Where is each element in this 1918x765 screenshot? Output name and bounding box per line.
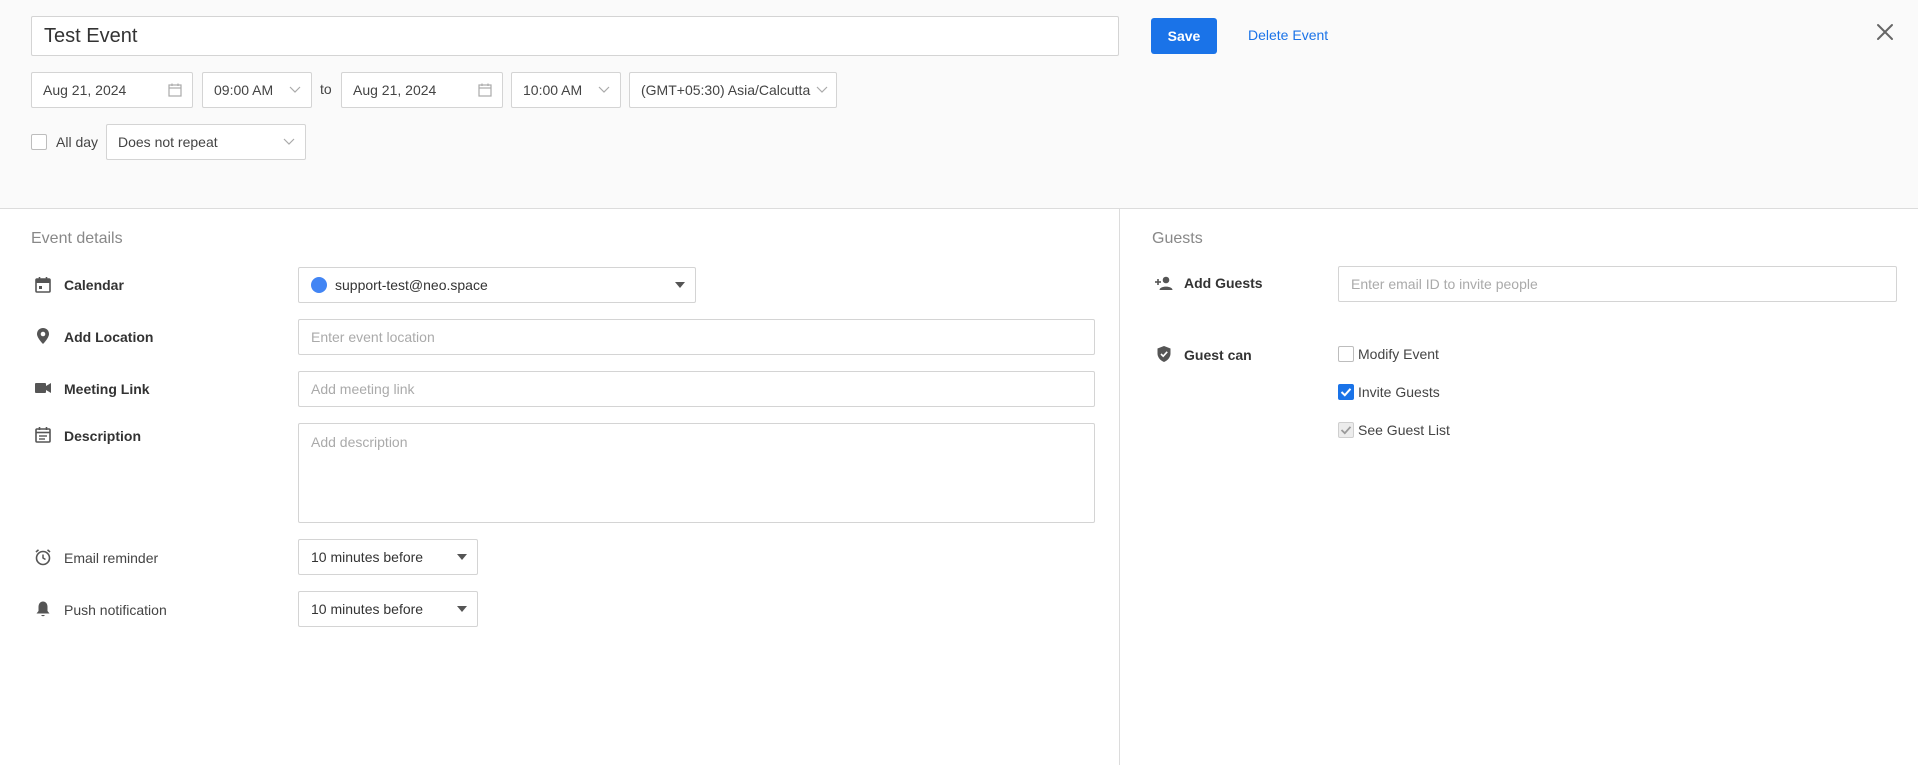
calendar-value: support-test@neo.space (335, 277, 488, 293)
location-label: Add Location (64, 329, 154, 345)
location-input[interactable]: Enter event location (298, 319, 1095, 355)
email-reminder-label: Email reminder (64, 550, 159, 566)
calendar-icon (478, 83, 492, 97)
email-reminder-select[interactable]: 10 minutes before (298, 539, 478, 575)
all-day-label: All day (56, 134, 99, 150)
alarm-clock-icon (33, 547, 53, 567)
calendar-label: Calendar (64, 277, 124, 293)
checkmark-icon (1340, 426, 1352, 435)
invite-guests-label: Invite Guests (1358, 384, 1440, 400)
chevron-down-icon (283, 138, 295, 146)
calendar-color-dot (311, 277, 327, 293)
see-guest-list-checkbox[interactable] (1338, 422, 1354, 438)
video-camera-icon (33, 378, 53, 398)
caret-down-icon (675, 282, 685, 288)
timezone-select[interactable]: (GMT+05:30) Asia/Calcutta (629, 72, 837, 108)
description-icon (33, 425, 53, 445)
timezone-value: (GMT+05:30) Asia/Calcutta (641, 82, 811, 98)
location-placeholder: Enter event location (311, 329, 435, 345)
meeting-link-placeholder: Add meeting link (311, 381, 415, 397)
add-guests-input[interactable]: Enter email ID to invite people (1338, 266, 1897, 302)
email-reminder-value: 10 minutes before (311, 549, 424, 565)
push-notification-label: Push notification (64, 602, 167, 618)
start-time-value: 09:00 AM (214, 82, 274, 98)
caret-down-icon (457, 606, 467, 612)
description-placeholder: Add description (311, 434, 408, 450)
modify-event-checkbox[interactable] (1338, 346, 1354, 362)
close-icon[interactable] (1873, 20, 1897, 44)
see-guest-list-label: See Guest List (1358, 422, 1450, 438)
event-title-input[interactable]: Test Event (31, 16, 1119, 56)
modify-event-label: Modify Event (1358, 346, 1439, 362)
add-guests-label: Add Guests (1184, 275, 1263, 291)
checkmark-icon (1340, 388, 1352, 397)
invite-guests-checkbox[interactable] (1338, 384, 1354, 400)
repeat-value: Does not repeat (118, 134, 218, 150)
meeting-link-label: Meeting Link (64, 381, 150, 397)
add-person-icon (1154, 273, 1174, 293)
shield-check-icon (1154, 344, 1174, 364)
chevron-down-icon (598, 86, 610, 94)
start-time-select[interactable]: 09:00 AM (202, 72, 312, 108)
event-title-text: Test Event (44, 24, 138, 47)
description-label: Description (64, 428, 142, 444)
guests-heading: Guests (1152, 230, 1203, 247)
guest-can-label: Guest can (1184, 347, 1252, 363)
bell-icon (33, 599, 53, 619)
location-pin-icon (33, 326, 53, 346)
push-notification-value: 10 minutes before (311, 601, 424, 617)
description-textarea[interactable]: Add description (298, 423, 1095, 523)
chevron-down-icon (816, 86, 828, 94)
push-notification-select[interactable]: 10 minutes before (298, 591, 478, 627)
repeat-select[interactable]: Does not repeat (106, 124, 306, 160)
to-label: to (320, 81, 332, 97)
start-date-value: Aug 21, 2024 (43, 82, 127, 98)
chevron-down-icon (289, 86, 301, 94)
event-details-heading: Event details (31, 230, 123, 247)
all-day-checkbox[interactable] (31, 134, 47, 150)
panel-divider (1119, 209, 1120, 765)
calendar-select[interactable]: support-test@neo.space (298, 267, 696, 303)
end-time-select[interactable]: 10:00 AM (511, 72, 621, 108)
save-button[interactable]: Save (1151, 18, 1217, 54)
caret-down-icon (457, 554, 467, 560)
start-date-picker[interactable]: Aug 21, 2024 (31, 72, 193, 108)
meeting-link-input[interactable]: Add meeting link (298, 371, 1095, 407)
add-guests-placeholder: Enter email ID to invite people (1351, 276, 1538, 292)
calendar-icon (168, 83, 182, 97)
end-time-value: 10:00 AM (523, 82, 583, 98)
delete-event-link[interactable]: Delete Event (1248, 27, 1328, 43)
end-date-value: Aug 21, 2024 (353, 82, 437, 98)
calendar-icon (33, 275, 53, 295)
end-date-picker[interactable]: Aug 21, 2024 (341, 72, 503, 108)
